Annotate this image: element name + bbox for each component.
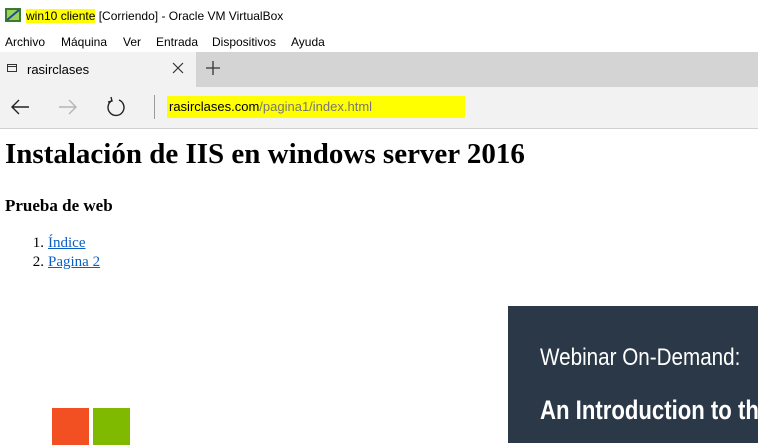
vm-status: [Corriendo]	[98, 9, 159, 23]
menu-ayuda[interactable]: Ayuda	[291, 35, 325, 49]
address-bar[interactable]: rasirclases.com/pagina1/index.html	[167, 96, 465, 118]
list-item: 2. Pagina 2	[5, 253, 100, 272]
back-icon[interactable]	[9, 96, 31, 118]
close-icon[interactable]	[172, 62, 184, 74]
new-tab-icon[interactable]	[206, 61, 220, 75]
link-indice[interactable]: Índice	[48, 235, 85, 251]
link-list: 1. Índice 2. Pagina 2	[5, 234, 100, 272]
menu-entrada[interactable]: Entrada	[156, 35, 198, 49]
vm-title-bar: win10 cliente [Corriendo] - Oracle VM Vi…	[0, 0, 758, 30]
ad-title: An Introduction to th	[540, 395, 758, 425]
page-title: Instalación de IIS en windows server 201…	[5, 138, 525, 170]
tab-rasirclases[interactable]: rasirclases	[0, 52, 196, 87]
tab-title: rasirclases	[27, 62, 90, 77]
forward-icon[interactable]	[57, 96, 79, 118]
link-pagina-2[interactable]: Pagina 2	[48, 254, 100, 270]
refresh-icon[interactable]	[105, 96, 127, 118]
list-number: 2.	[32, 254, 44, 270]
vm-name: win10 cliente	[26, 9, 96, 23]
menu-dispositivos[interactable]: Dispositivos	[212, 35, 276, 49]
address-separator	[154, 95, 155, 119]
page-subtitle: Prueba de web	[5, 196, 113, 215]
tab-strip: rasirclases	[0, 52, 758, 87]
page-icon	[7, 64, 17, 72]
address-host: rasirclases.com	[169, 99, 260, 114]
address-path: /pagina1/index.html	[259, 99, 373, 114]
window-title: win10 cliente [Corriendo] - Oracle VM Vi…	[26, 9, 283, 23]
app-name: - Oracle VM VirtualBox	[161, 9, 284, 23]
menu-archivo[interactable]: Archivo	[5, 35, 45, 49]
vm-menu-bar: Archivo Máquina Ver Entrada Dispositivos…	[0, 30, 758, 52]
menu-ver[interactable]: Ver	[123, 35, 141, 49]
virtualbox-logo-icon	[5, 8, 21, 22]
list-item: 1. Índice	[5, 234, 100, 253]
menu-maquina[interactable]: Máquina	[61, 35, 107, 49]
webinar-ad-banner[interactable]: Webinar On-Demand: An Introduction to th	[508, 306, 758, 443]
web-page: Instalación de IIS en windows server 201…	[0, 129, 758, 445]
list-number: 1.	[32, 235, 44, 251]
navigation-bar: rasirclases.com/pagina1/index.html	[0, 87, 758, 129]
ad-headline: Webinar On-Demand:	[540, 344, 741, 371]
